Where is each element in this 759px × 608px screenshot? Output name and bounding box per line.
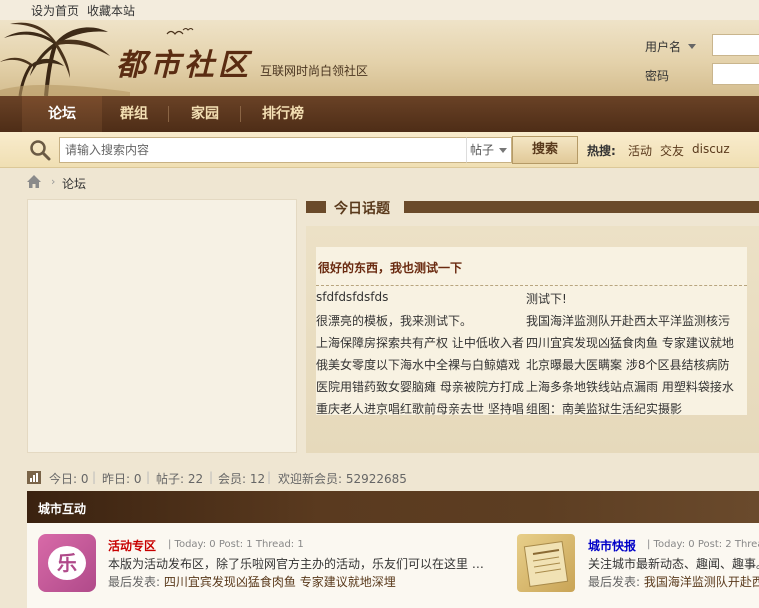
- hot-search-link[interactable]: 活动: [628, 142, 652, 159]
- top-links-bar: 设为首页 收藏本站: [0, 0, 759, 20]
- forum-name[interactable]: 活动专区: [108, 537, 156, 554]
- last-post-label: 最后发表:: [588, 575, 641, 589]
- forum-description: 本版为活动发布区，除了乐啦网官方主办的活动，乐友们可以在这里 …: [108, 557, 484, 571]
- last-post-link[interactable]: 我国海洋监测队开赴西太平洋监测核污染: [644, 575, 759, 589]
- home-icon[interactable]: [26, 174, 42, 189]
- topic-link[interactable]: 上海多条地铁线站点漏雨 用塑料袋接水: [526, 378, 746, 395]
- forum-category: 城市互动 乐 活动专区 | Today: 0 Post: 1 Thread: 1…: [27, 491, 759, 608]
- today-topics-title: 今日话题: [334, 201, 390, 217]
- search-icon: [28, 138, 52, 162]
- search-bar: 请输入搜索内容 帖子 搜索 热搜: 活动 交友 discuz: [0, 132, 759, 168]
- topic-link[interactable]: 四川宜宾发现凶猛食肉鱼 专家建议就地: [526, 334, 746, 351]
- today-topics-header: 今日话题: [306, 197, 759, 217]
- topic-link[interactable]: 组图：南美监狱生活纪实摄影: [526, 400, 746, 417]
- nav-divider: [168, 106, 169, 122]
- forum-meta: | Today: 0 Post: 2 Thread: 2: [647, 539, 759, 550]
- forum-description: 关注城市最新动态、趣闻、趣事。: [588, 557, 759, 571]
- newspaper-icon: [523, 540, 569, 588]
- topic-link[interactable]: 北京曝最大医瞒案 涉8个区县结核病防: [526, 356, 746, 373]
- left-blank-panel: [27, 199, 297, 453]
- topic-link[interactable]: 俄美女零度以下海水中全裸与白鲸嬉戏: [316, 356, 524, 373]
- topic-link[interactable]: 重庆老人进京唱红歌前母亲去世 坚持唱: [316, 400, 524, 417]
- birds-decoration: [166, 28, 194, 35]
- stat-divider: |: [209, 470, 214, 484]
- forum-name[interactable]: 城市快报: [588, 537, 636, 554]
- chevron-right-icon: ›: [51, 175, 56, 188]
- username-input[interactable]: [712, 34, 759, 56]
- divider: [316, 285, 747, 286]
- nav-item-home[interactable]: 家园: [172, 96, 238, 132]
- forum-category-header[interactable]: 城市互动: [27, 491, 759, 523]
- newspaper-forum-icon[interactable]: [517, 534, 575, 592]
- topic-link[interactable]: 医院用错药致女婴脑瘫 母亲被院方打成: [316, 378, 524, 395]
- topic-headline[interactable]: 很好的东西，我也测试一下: [318, 259, 462, 276]
- stat-today: 今日: 0: [49, 472, 89, 486]
- chevron-down-icon[interactable]: [688, 44, 696, 49]
- palm-tree-logo-art: [0, 22, 130, 96]
- bar-chart-icon: [27, 471, 41, 484]
- stat-yesterday: 昨日: 0: [102, 472, 142, 486]
- activity-forum-icon[interactable]: 乐: [38, 534, 96, 592]
- topic-link[interactable]: 测试下!: [526, 290, 746, 307]
- hot-search-link[interactable]: 交友: [660, 142, 684, 159]
- stat-divider: |: [92, 470, 97, 484]
- last-post-label: 最后发表:: [108, 575, 161, 589]
- search-input[interactable]: 请输入搜索内容: [59, 137, 467, 163]
- stat-divider: |: [267, 470, 272, 484]
- topic-link[interactable]: 上海保障房探索共有产权 让中低收入者: [316, 334, 524, 351]
- breadcrumb-current[interactable]: 论坛: [62, 175, 86, 192]
- stat-new-member[interactable]: 欢迎新会员: 52922685: [278, 470, 407, 487]
- today-topics-box: 很好的东西，我也测试一下 sfdfdsfdsfds 测试下! 很漂亮的模板，我来…: [316, 247, 747, 417]
- search-button[interactable]: 搜索: [512, 136, 578, 164]
- last-post-link[interactable]: 四川宜宾发现凶猛食肉鱼 专家建议就地深埋: [164, 575, 396, 589]
- password-label: 密码: [645, 69, 670, 83]
- forum-icon-glyph: 乐: [48, 546, 86, 580]
- site-slogan: 互联网时尚白领社区: [260, 64, 369, 78]
- forum-meta: | Today: 0 Post: 1 Thread: 1: [168, 539, 304, 550]
- site-logo[interactable]: 都市社区: [116, 40, 252, 84]
- forum-category-title: 城市互动: [38, 502, 87, 516]
- title-bar-decoration: [404, 201, 759, 213]
- set-homepage-link[interactable]: 设为首页: [31, 2, 79, 19]
- chevron-down-icon: [499, 148, 507, 153]
- bookmark-link[interactable]: 收藏本站: [87, 2, 135, 19]
- nav-item-groups[interactable]: 群组: [103, 96, 165, 132]
- forum-last-post: 最后发表: 四川宜宾发现凶猛食肉鱼 专家建议就地深埋: [108, 573, 498, 590]
- hot-search-label: 热搜:: [587, 144, 616, 158]
- title-bar-decoration: [306, 201, 326, 213]
- main-nav: 论坛 群组 家园 排行榜: [0, 96, 759, 132]
- hot-search-link[interactable]: discuz: [692, 142, 730, 156]
- topic-link[interactable]: 我国海洋监测队开赴西太平洋监测核污: [526, 312, 746, 329]
- stat-posts: 帖子: 22: [156, 472, 204, 486]
- topic-link[interactable]: 很漂亮的模板，我来测试下。: [316, 312, 521, 329]
- nav-divider: [240, 106, 241, 122]
- password-input[interactable]: [712, 63, 759, 85]
- nav-item-forum[interactable]: 论坛: [22, 96, 102, 132]
- nav-item-ranking[interactable]: 排行榜: [243, 96, 323, 132]
- username-label: 用户名: [645, 40, 682, 54]
- site-header: 都市社区 互联网时尚白领社区 用户名 密码: [0, 20, 759, 96]
- forum-last-post: 最后发表: 我国海洋监测队开赴西太平洋监测核污染: [588, 573, 759, 590]
- stat-divider: |: [146, 470, 151, 484]
- stat-members: 会员: 12: [218, 472, 266, 486]
- topic-link[interactable]: sfdfdsfdsfds: [316, 290, 521, 304]
